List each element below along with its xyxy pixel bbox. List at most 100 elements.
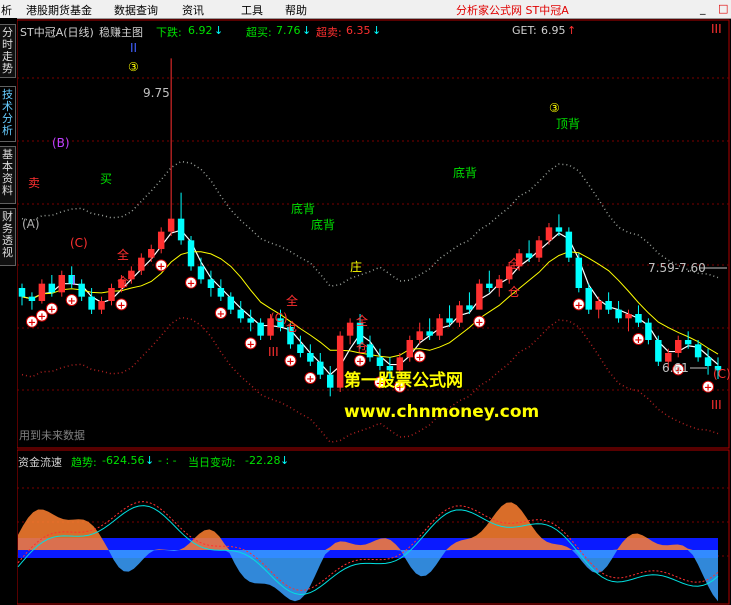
oversold-arrow: ↓ (372, 24, 382, 37)
chart-annotation: (C) (70, 236, 88, 250)
tab-time-sharing-label: 分时走势 (2, 26, 13, 75)
candle-body (595, 301, 602, 310)
today-change-arrow: ↓ (280, 454, 290, 467)
get-arrow: ↑ (567, 24, 577, 37)
candle-body (486, 283, 493, 288)
candle-body (476, 283, 483, 310)
candle-body (615, 309, 622, 319)
buy-signal-cross: + (575, 300, 583, 311)
watermark-title: 第一股票公式网 (344, 371, 463, 391)
buy-signal-cross: + (634, 335, 642, 346)
candle-body (456, 305, 463, 323)
tab-financial[interactable]: 财务透视 (0, 208, 16, 266)
candle-body (446, 318, 453, 323)
candle-body (58, 275, 66, 293)
buy-signal-cross: + (157, 261, 165, 272)
chart-annotation: III (268, 345, 279, 359)
candle-body (197, 266, 205, 280)
tab-financial-label: 财务透视 (2, 210, 13, 259)
chart-annotation: 底背 (311, 217, 335, 232)
sub-panel-frame (16, 449, 730, 605)
today-change-label: 当日变动: (188, 456, 236, 469)
candle-body (336, 335, 344, 388)
buy-signal-cross: + (187, 279, 195, 290)
trend-value: -624.56 (102, 454, 145, 467)
down-label: 下跌: (156, 26, 182, 39)
chart-annotation: (B) (52, 136, 70, 150)
chart-annotation: 仓 (117, 275, 129, 289)
chart-annotation: 卖 (28, 176, 40, 190)
candle-body (496, 279, 503, 288)
chart-annotation: 买 (100, 172, 112, 186)
chart-annotation: 仓 (508, 285, 520, 299)
chart-annotation: 底背 (453, 165, 477, 180)
chart-annotation: 全 (356, 313, 368, 328)
chart-annotation: 全 (117, 247, 129, 262)
tab-basic-info[interactable]: 基本资料 (0, 146, 16, 204)
chart-annotation: 顶背 (556, 117, 580, 131)
candle-body (555, 227, 563, 232)
candle-body (565, 231, 573, 258)
get-label: GET: (512, 24, 537, 37)
stock-name: ST中冠A(日线) (20, 26, 94, 39)
chart-annotation: III (711, 22, 722, 36)
upper-band (21, 160, 719, 288)
candle-body (545, 227, 553, 241)
down-value: 6.92 (188, 24, 213, 37)
candle-body (326, 374, 334, 388)
future-data-note: 用到未来数据 (19, 429, 85, 442)
tab-technical-analysis-label: 技术分析 (2, 88, 13, 137)
candle-body (704, 357, 712, 366)
buy-signal-cross: + (48, 305, 56, 316)
sub-separator: - : - (158, 454, 177, 467)
candle-body (466, 305, 473, 310)
candle-body (88, 296, 95, 310)
candle-body (108, 288, 115, 301)
candle-body (376, 357, 384, 366)
tab-technical-analysis[interactable]: 技术分析 (0, 86, 16, 142)
candle-body (18, 288, 26, 297)
candle-body (674, 340, 682, 353)
candle-body (317, 361, 324, 375)
chart-annotation: (C) (713, 367, 731, 381)
candle-body (525, 253, 533, 258)
candle-body (207, 279, 215, 288)
candle-body (48, 283, 56, 293)
indicator-name[interactable]: 稳赚主图 (99, 24, 143, 40)
get-value: 6.95 (541, 24, 566, 37)
candle-body (605, 301, 612, 310)
chart-annotation: II (130, 41, 137, 55)
buy-signal-cross: + (28, 318, 36, 329)
candle-body (406, 340, 414, 358)
candle-body (426, 331, 433, 336)
trend-arrow: ↓ (145, 454, 155, 467)
candle-body (148, 249, 155, 258)
candle-body (635, 314, 642, 323)
today-change-value: -22.28 (245, 454, 281, 467)
candle-body (98, 301, 105, 310)
buy-signal-cross: + (306, 374, 314, 385)
candle-body (247, 318, 254, 323)
candle-body (138, 257, 145, 271)
overbought-value: 7.76 (276, 24, 301, 37)
candle-body (684, 340, 692, 345)
chart-annotation: ③ (128, 60, 139, 74)
tab-time-sharing[interactable]: 分时走势 (0, 24, 16, 78)
candle-body (237, 309, 244, 319)
candle-body (167, 218, 175, 232)
candle-body (694, 344, 702, 358)
chart-annotation: ③ (549, 101, 560, 115)
candle-body (217, 288, 225, 297)
candle-body (28, 296, 36, 301)
sub-indicator-name[interactable]: 资金流速 (18, 454, 62, 470)
candle-body (157, 231, 165, 249)
candle-body (38, 283, 46, 301)
chart-annotation: 全 (286, 293, 298, 308)
buy-signal-cross: + (286, 357, 294, 368)
candle-body (625, 314, 632, 319)
chart-annotation: 庄 (350, 259, 362, 274)
candle-body (655, 340, 662, 362)
buy-signal-cross: + (416, 352, 424, 363)
chart-annotation: (A) (22, 217, 40, 231)
chart-annotation: 全 (508, 256, 520, 271)
